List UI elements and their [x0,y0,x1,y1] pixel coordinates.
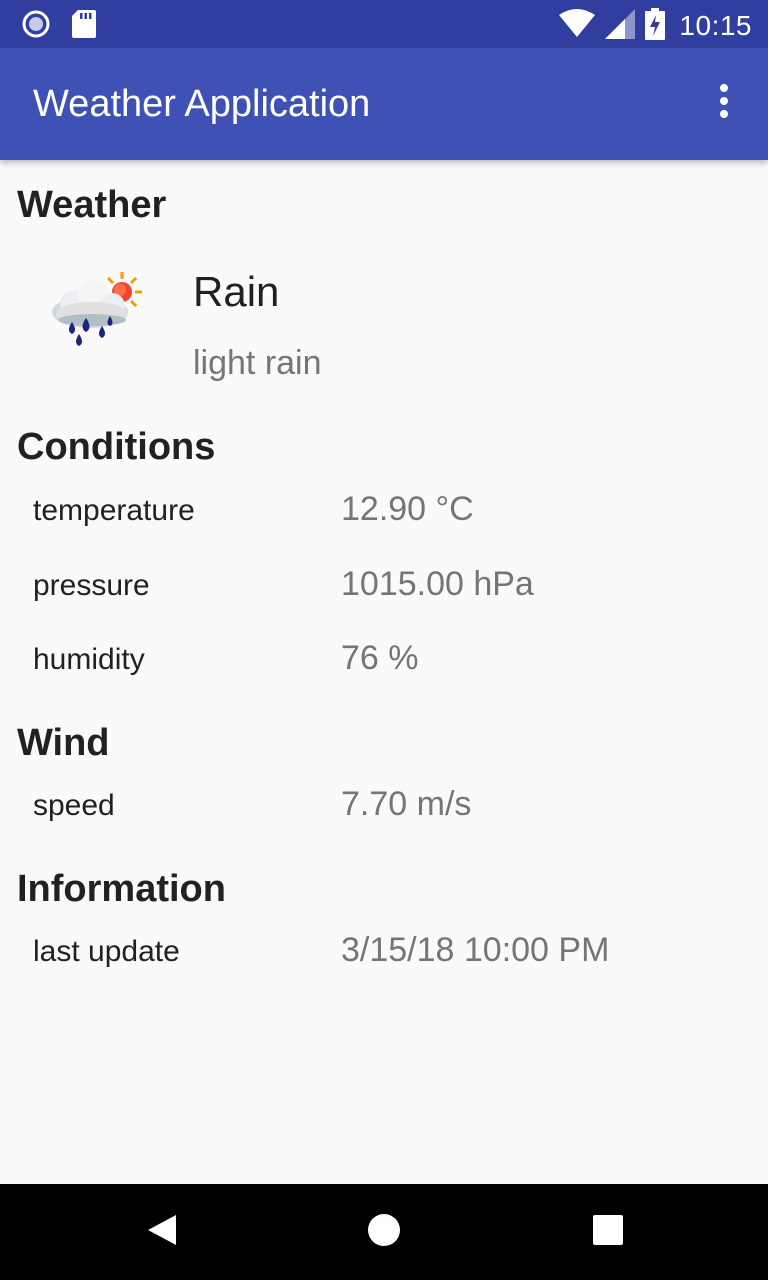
app-bar: Weather Application [0,48,768,160]
recents-icon [593,1215,623,1249]
wifi-icon [559,9,596,43]
app-title: Weather Application [33,83,371,125]
weather-main: Rain [193,268,280,315]
status-bar: 10:15 [0,0,768,48]
wind-heading: Wind [17,722,110,764]
humidity-value: 76 % [341,639,419,677]
more-vert-icon [720,84,728,118]
rain-sun-cloud-icon [46,270,146,350]
humidity-label: humidity [33,643,145,676]
signal-icon [605,9,636,43]
information-heading: Information [17,868,226,910]
last-update-label: last update [33,935,180,968]
last-update-value: 3/15/18 10:00 PM [341,931,610,969]
more-options-button[interactable] [710,84,738,124]
home-icon [367,1213,401,1251]
home-button[interactable] [336,1184,432,1280]
recents-button[interactable] [560,1184,656,1280]
pressure-value: 1015.00 hPa [341,565,534,603]
conditions-heading: Conditions [17,426,216,468]
record-icon [22,10,50,42]
temperature-label: temperature [33,494,195,527]
navigation-bar [0,1184,768,1280]
weather-heading: Weather [17,184,167,226]
status-time: 10:15 [679,10,752,41]
pressure-label: pressure [33,569,150,602]
sd-card-icon [72,10,96,42]
back-button[interactable] [114,1184,210,1280]
temperature-value: 12.90 °C [341,490,474,528]
battery-charging-icon [645,8,666,44]
wind-speed-value: 7.70 m/s [341,785,472,823]
wind-speed-label: speed [33,789,115,822]
weather-description: light rain [193,344,322,382]
back-icon [146,1213,178,1251]
